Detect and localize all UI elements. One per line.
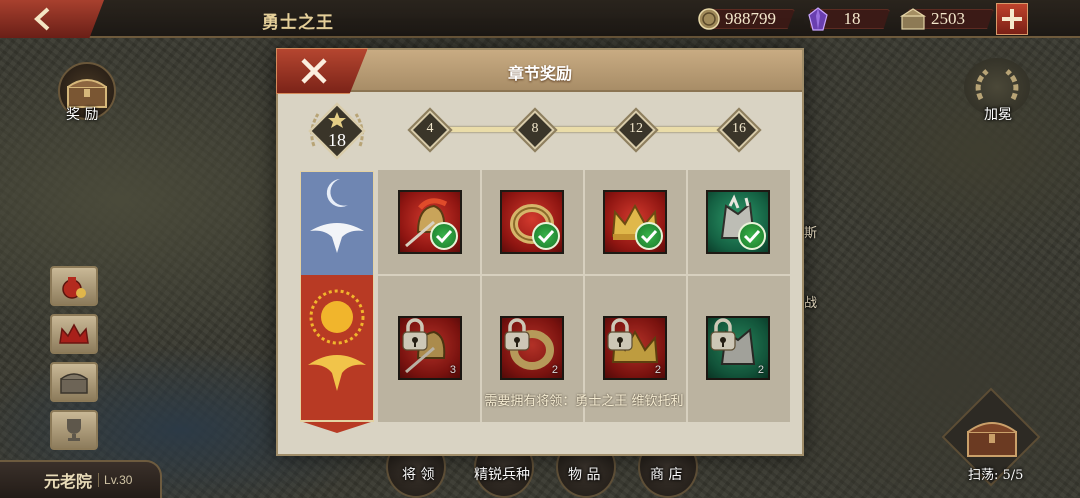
check-icon — [738, 222, 766, 250]
reward-label: 奖 励 — [66, 107, 99, 123]
grid-divider — [378, 274, 790, 276]
reward-item-armor[interactable] — [706, 190, 770, 254]
gem-resource[interactable]: 18 — [808, 7, 890, 31]
nav-elite-units-label: 精锐兵种 — [474, 467, 530, 483]
milestone-node[interactable]: 16 — [719, 110, 759, 150]
milestone-node[interactable]: 4 — [410, 110, 450, 150]
reward-item-helmet[interactable] — [398, 190, 462, 254]
reward-item-ring[interactable]: 2 — [500, 316, 564, 380]
milestone-value: 4 — [426, 121, 434, 136]
side-button-bag[interactable] — [50, 266, 98, 306]
item-quantity: 2 — [551, 364, 558, 376]
back-button[interactable] — [0, 0, 104, 38]
coin-resource[interactable]: 988799 — [698, 7, 795, 31]
check-icon — [635, 222, 663, 250]
side-button-chest[interactable] — [50, 362, 98, 402]
coronation-label: 加冕 — [984, 107, 1012, 123]
reward-item-armor[interactable]: 2 — [706, 316, 770, 380]
reward-item-crown[interactable]: 2 — [603, 316, 667, 380]
progress-track — [430, 127, 725, 132]
plus-icon — [1002, 9, 1022, 29]
lock-icon — [710, 318, 736, 351]
grid-divider — [686, 170, 688, 422]
nav-items-label: 物 品 — [568, 467, 601, 483]
treasure-chest-icon — [967, 422, 1017, 457]
crown-icon — [59, 323, 89, 344]
sweep-label: 扫荡: 5/5 — [968, 468, 1024, 483]
check-icon — [430, 222, 458, 250]
milestone-value: 8 — [531, 121, 539, 136]
grid-divider — [583, 170, 585, 422]
senate-name: 元老院 — [44, 472, 93, 491]
supply-icon — [900, 8, 926, 30]
faction-banner — [300, 171, 374, 433]
milestone-node[interactable]: 12 — [616, 110, 656, 150]
reward-item-crown[interactable] — [603, 190, 667, 254]
milestone-value: 12 — [629, 121, 643, 136]
reward-item-ring[interactable] — [500, 190, 564, 254]
star-count: 18 — [328, 130, 346, 150]
coin-icon — [698, 8, 720, 30]
item-quantity: 2 — [757, 364, 764, 376]
nav-shop-label: 商 店 — [650, 467, 683, 483]
check-icon — [532, 222, 560, 250]
senate-button[interactable]: 元老院 Lv.30 — [0, 460, 162, 498]
reward-item-helmet[interactable]: 3 — [398, 316, 462, 380]
lock-icon — [504, 318, 530, 351]
chapter-reward-dialog: 章节奖励 18 4 8 12 16 3 2 2 2 需要拥有将领：勇士之王 维钦… — [276, 48, 804, 456]
milestone-node[interactable]: 8 — [515, 110, 555, 150]
item-quantity: 2 — [654, 364, 661, 376]
side-button-crown[interactable] — [50, 314, 98, 354]
grid-divider — [480, 170, 482, 422]
close-icon — [301, 58, 327, 84]
back-arrow-icon — [34, 7, 50, 31]
lock-icon — [607, 318, 633, 351]
top-bar: 勇士之王 988799 18 2503 — [0, 0, 1080, 38]
map-label-fragment: 斯 — [804, 226, 818, 241]
sun-icon — [321, 301, 353, 333]
lock-icon — [402, 318, 428, 351]
page-title: 勇士之王 — [262, 13, 334, 33]
gem-icon — [808, 7, 828, 31]
requirement-text: 需要拥有将领：勇士之王 维钦托利 — [484, 394, 684, 409]
trophy-icon — [67, 419, 81, 441]
milestone-value: 16 — [732, 121, 746, 136]
side-button-trophy[interactable] — [50, 410, 98, 450]
chest-icon — [60, 373, 88, 394]
money-bag-icon — [62, 277, 86, 299]
add-resource-button[interactable] — [996, 3, 1028, 35]
map-label-fragment: 战 — [804, 296, 818, 311]
supply-resource[interactable]: 2503 — [900, 7, 994, 31]
item-quantity: 3 — [449, 364, 456, 376]
senate-level: Lv.30 — [98, 473, 132, 487]
laurel-wreath-icon — [975, 69, 1019, 101]
nav-generals-label: 将 领 — [402, 467, 435, 483]
